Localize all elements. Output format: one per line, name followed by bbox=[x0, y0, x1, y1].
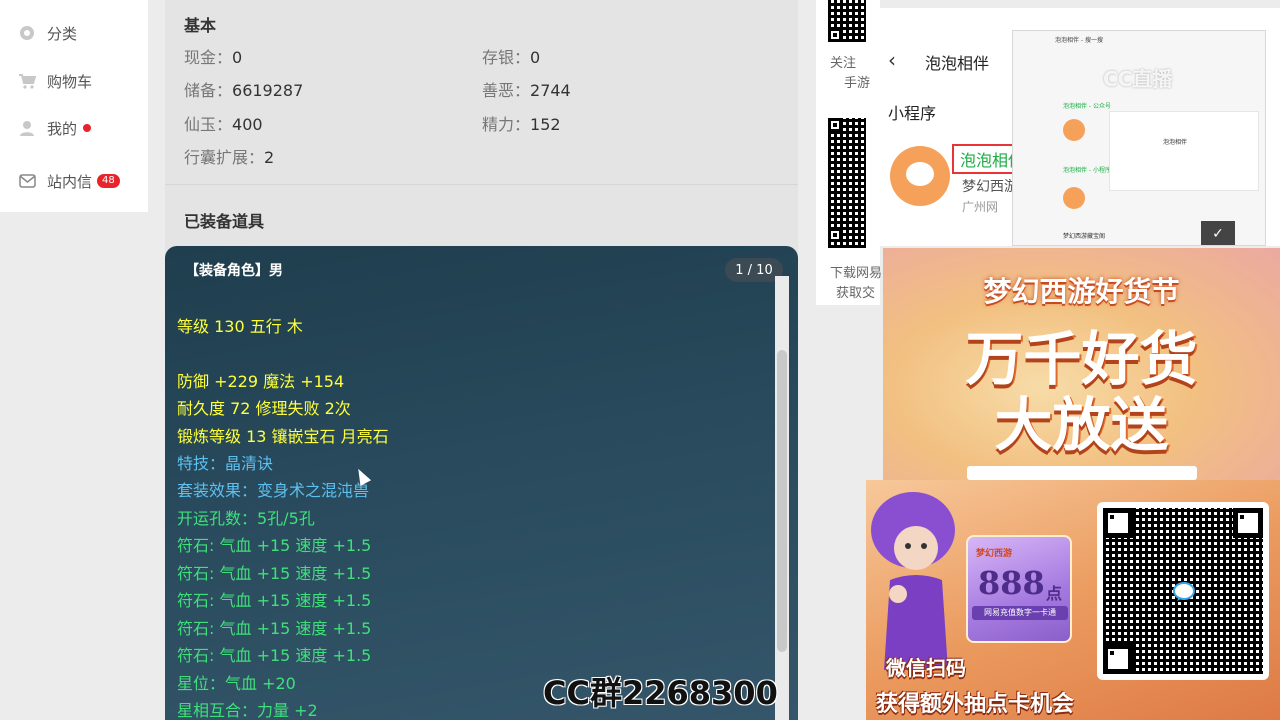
mini-program-section: 小程序 bbox=[888, 104, 937, 123]
qr-caption: 下载网易 bbox=[830, 266, 882, 281]
mail-icon bbox=[18, 172, 36, 190]
card-points-unit: 点 bbox=[1046, 584, 1063, 603]
nav-item-category[interactable]: 分类 bbox=[18, 20, 77, 46]
deposit-field: 存银：0 bbox=[482, 48, 541, 67]
browser-tab: 泡泡相伴 - 搜一搜 bbox=[1055, 37, 1103, 44]
wechat-qr-code-icon[interactable] bbox=[1097, 502, 1269, 680]
karma-field: 善恶：2744 bbox=[482, 81, 571, 100]
rune-line: 符石: 气血 +15 速度 +1.5 bbox=[177, 591, 372, 610]
message-count-badge: 48 bbox=[97, 174, 120, 188]
tooltip-scroll-thumb[interactable] bbox=[777, 350, 787, 652]
rune-line: 符石: 气血 +15 速度 +1.5 bbox=[177, 564, 372, 583]
notification-dot bbox=[83, 124, 92, 132]
cc-group-overlay: CC群2268300 bbox=[543, 674, 778, 712]
banner-subtitle: 梦幻西游好货节 bbox=[983, 275, 1180, 308]
promo-banner-sale[interactable]: 梦幻西游好货节 万千好货 大放送 bbox=[883, 248, 1280, 480]
star-line: 星相互合：力量 +2 bbox=[177, 701, 318, 720]
nav-item-cart[interactable]: 购物车 bbox=[18, 68, 92, 94]
energy-field: 精力：152 bbox=[482, 115, 561, 134]
nav-item-label: 分类 bbox=[47, 24, 78, 43]
banner-line: 获得额外抽点卡机会 bbox=[876, 692, 1075, 717]
qr-code-icon bbox=[828, 0, 866, 42]
qr-column: 关注 手游 下载网易 获取交 bbox=[816, 0, 882, 305]
nav-item-mine[interactable]: 我的 bbox=[18, 115, 92, 141]
chat-logo-icon bbox=[1173, 582, 1195, 601]
card-label: 网易充值数字一卡通 bbox=[972, 606, 1068, 620]
character-illustration-icon bbox=[871, 492, 955, 670]
stat-line: 锻炼等级 13 镶嵌宝石 月亮石 bbox=[177, 427, 389, 446]
stat-line: 等级 130 五行 木 bbox=[177, 317, 303, 336]
nav-item-label: 购物车 bbox=[47, 72, 93, 91]
user-icon bbox=[18, 119, 36, 137]
embedded-screenshot: 泡泡相伴 - 搜一搜 CC直播 泡泡相伴 - 公众号 泡泡相伴 - 小程序 梦幻… bbox=[1012, 30, 1266, 246]
stat-line: 耐久度 72 修理失败 2次 bbox=[177, 399, 351, 418]
mini-program-location: 广州网 bbox=[962, 200, 999, 214]
equipment-tooltip: 【装备角色】男 1 / 10 等级 130 五行 木 防御 +229 魔法 +1… bbox=[165, 246, 798, 720]
jade-field: 仙玉：400 bbox=[184, 115, 263, 134]
watermark: CC直播 bbox=[1103, 67, 1173, 91]
equipped-section-title: 已装备道具 bbox=[184, 212, 265, 231]
result-heading: 梦幻西游藏宝阁 bbox=[1063, 233, 1106, 240]
check-icon[interactable]: ✓ bbox=[1201, 221, 1235, 245]
back-chevron-icon[interactable]: ‹ bbox=[888, 48, 896, 72]
result-heading: 泡泡相伴 - 公众号 bbox=[1063, 103, 1111, 110]
result-logo-icon bbox=[1063, 187, 1085, 209]
rune-line: 符石: 气血 +15 速度 +1.5 bbox=[177, 646, 372, 665]
nav-item-label: 我的 bbox=[47, 119, 78, 138]
star-line: 星位：气血 +20 bbox=[177, 674, 296, 693]
result-heading: 泡泡相伴 - 小程序 bbox=[1063, 167, 1111, 174]
card-points: 888 bbox=[978, 564, 1045, 602]
qr-caption: 获取交 bbox=[836, 286, 876, 301]
mini-program-logo-icon bbox=[890, 146, 950, 206]
reserve-field: 储备：6619287 bbox=[184, 81, 304, 100]
nav-item-messages[interactable]: 站内信 48 bbox=[18, 168, 120, 194]
left-nav: 分类 购物车 我的 站内信 48 bbox=[0, 0, 148, 212]
banner-bar bbox=[967, 466, 1197, 480]
mini-program-title: 泡泡相伴 bbox=[925, 54, 990, 73]
nav-item-label: 站内信 bbox=[47, 172, 93, 191]
cart-icon bbox=[18, 72, 36, 90]
rune-line: 符石: 气血 +15 速度 +1.5 bbox=[177, 536, 372, 555]
qr-code-icon bbox=[828, 118, 866, 248]
section-divider bbox=[165, 184, 798, 185]
qr-caption: 关注 bbox=[830, 56, 857, 71]
stat-line: 防御 +229 魔法 +154 bbox=[177, 372, 345, 391]
card-logo: 梦幻西游 bbox=[976, 549, 1013, 559]
bag-expansion-field: 行囊扩展：2 bbox=[184, 148, 275, 167]
mini-program-desc: 梦幻西游 bbox=[962, 179, 1014, 195]
banner-headline: 大放送 bbox=[994, 391, 1169, 459]
set-effect-line: 套装效果：变身术之混沌兽 bbox=[177, 481, 370, 500]
banner-line: 微信扫码 bbox=[886, 656, 966, 680]
stat-line: 开运孔数：5孔/5孔 bbox=[177, 509, 315, 528]
skill-line: 特技：晶清诀 bbox=[177, 454, 274, 473]
tooltip-header: 【装备角色】男 bbox=[185, 263, 283, 279]
rune-line: 符石: 气血 +15 速度 +1.5 bbox=[177, 619, 372, 638]
category-icon bbox=[18, 24, 36, 42]
preview-card-title: 泡泡相伴 bbox=[1163, 139, 1188, 146]
basic-section-title: 基本 bbox=[184, 16, 217, 35]
cash-field: 现金：0 bbox=[184, 48, 243, 67]
result-logo-icon bbox=[1063, 119, 1085, 141]
preview-card bbox=[1109, 111, 1259, 191]
